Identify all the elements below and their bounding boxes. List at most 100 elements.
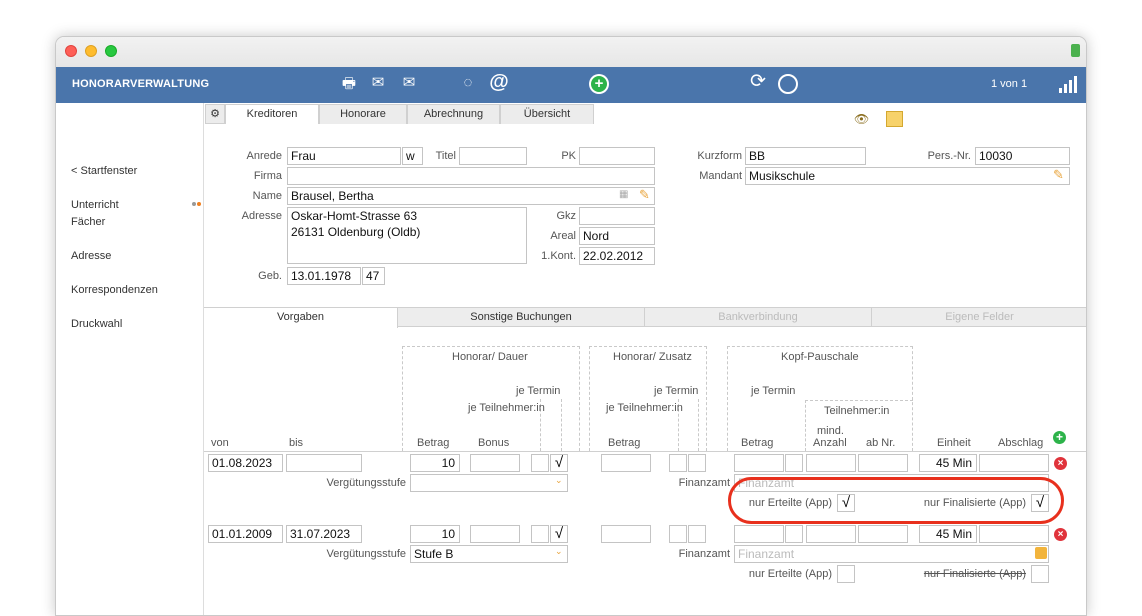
sms-icon[interactable]: ◌ [457,73,479,93]
verguetungsstufe-select[interactable] [410,474,568,492]
adresse-line2: 26131 Oldenburg (Oldb) [291,225,421,239]
note-icon[interactable] [886,111,903,127]
finanzamt-label: Finanzamt [678,477,730,489]
titel-field[interactable] [459,147,527,165]
edit-pencil-icon[interactable]: ✎ [1053,167,1064,183]
header-je-teilnehmer: je Teilnehmer:in [468,402,545,414]
ab-nr-field[interactable] [858,525,908,543]
anzahl-field[interactable] [806,454,856,472]
bis-field[interactable] [286,454,362,472]
header-bis: bis [289,437,304,449]
nur-erteilte-checkbox[interactable] [837,565,855,583]
zusatz-termin-checkbox[interactable] [688,454,706,472]
zusatz-betrag-field[interactable] [601,454,651,472]
abschlag-field[interactable] [979,454,1049,472]
gender-field[interactable]: w [402,147,423,165]
header-kopf-pauschale: Kopf-Pauschale [781,351,859,363]
header-honorar-dauer: Honorar/ Dauer [452,351,528,363]
email-at-icon[interactable]: @ [487,72,511,92]
finanzamt-field[interactable]: Finanzamt [734,545,1049,563]
gkz-field[interactable] [579,207,655,225]
ab-nr-field[interactable] [858,454,908,472]
mail-icon[interactable]: ✉ [367,73,389,93]
sidebar-item-faecher[interactable]: Fächer [71,216,105,228]
header-honorar-zusatz: Honorar/ Zusatz [613,351,692,363]
toolbar: HONORARVERWALTUNG 🖶 ✉ ✉ ◌ @ + ⟳ 1 von 1 [56,67,1086,103]
zusatz-teilnehmer-checkbox[interactable] [669,525,687,543]
title-bar [56,37,1086,67]
tab-honorare[interactable]: Honorare [319,104,407,124]
adresse-field[interactable]: Oskar-Homt-Strasse 63 26131 Oldenburg (O… [287,207,527,264]
areal-field[interactable]: Nord [579,227,655,245]
je-teilnehmer-checkbox[interactable] [531,525,549,543]
betrag-field[interactable]: 10 [410,454,460,472]
kopf-betrag-field[interactable] [734,454,784,472]
je-termin-checkbox[interactable]: √ [550,525,568,543]
sidebar: < Startfenster Unterricht Fächer Adresse… [56,103,204,615]
zusatz-betrag-field[interactable] [601,525,651,543]
sidebar-item-adresse[interactable]: Adresse [71,250,111,262]
tab-sonstige-buchungen[interactable]: Sonstige Buchungen [398,308,645,327]
betrag-field[interactable]: 10 [410,525,460,543]
refresh-icon[interactable]: ⟳ [747,72,769,92]
zusatz-termin-checkbox[interactable] [688,525,706,543]
sidebar-item-unterricht[interactable]: Unterricht [71,199,119,211]
delete-row-icon[interactable]: × [1054,457,1067,470]
tab-kreditoren[interactable]: Kreditoren [225,104,319,124]
close-window-button[interactable] [65,45,77,57]
sub-tab-bar: Vorgaben Sonstige Buchungen Bankverbindu… [204,307,1086,328]
tab-vorgaben[interactable]: Vorgaben [204,308,398,328]
kont-field[interactable]: 22.02.2012 [579,247,655,265]
kopf-checkbox[interactable] [785,525,803,543]
gkz-label: Gkz [556,210,576,222]
abschlag-field[interactable] [979,525,1049,543]
sidebar-item-korrespondenzen[interactable]: Korrespondenzen [71,284,158,296]
header-je-termin: je Termin [654,385,699,397]
settings-icon[interactable]: ⚙ [205,104,225,124]
letter-icon[interactable]: ✉ [397,73,421,93]
verguetungsstufe-select[interactable]: Stufe B [410,545,568,563]
von-field[interactable]: 01.01.2009 [208,525,283,543]
bis-field[interactable]: 31.07.2023 [286,525,362,543]
name-field[interactable]: Brausel, Bertha [287,187,655,205]
add-row-icon[interactable]: + [1053,431,1066,444]
calendar-icon[interactable]: ▦ [619,189,628,200]
sidebar-item-druckwahl[interactable]: Druckwahl [71,318,122,330]
kopf-checkbox[interactable] [785,454,803,472]
edit-pencil-icon[interactable]: ✎ [639,187,650,203]
einheit-field[interactable]: 45 Min [919,454,977,472]
einheit-field[interactable]: 45 Min [919,525,977,543]
verguetungsstufe-label: Vergütungsstufe [326,477,406,489]
je-teilnehmer-checkbox[interactable] [531,454,549,472]
pk-field[interactable] [579,147,655,165]
header-anzahl: Anzahl [813,437,847,449]
sidebar-item-startfenster[interactable]: < Startfenster [71,165,137,177]
tab-uebersicht[interactable]: Übersicht [500,104,594,124]
je-termin-checkbox[interactable]: √ [550,454,568,472]
finanzamt-picker-icon[interactable] [1035,547,1047,559]
add-record-icon[interactable]: + [589,74,609,94]
nur-finalisierte-checkbox[interactable] [1031,565,1049,583]
mandant-field[interactable]: Musikschule [745,167,1070,185]
search-icon[interactable] [778,74,798,94]
zoom-window-button[interactable] [105,45,117,57]
tab-abrechnung[interactable]: Abrechnung [407,104,500,124]
persnr-field[interactable]: 10030 [975,147,1070,165]
delete-row-icon[interactable]: × [1054,528,1067,541]
anzahl-field[interactable] [806,525,856,543]
zusatz-teilnehmer-checkbox[interactable] [669,454,687,472]
verguetungsstufe-label: Vergütungsstufe [326,548,406,560]
eye-icon[interactable]: 👁 [854,112,869,126]
kopf-betrag-field[interactable] [734,525,784,543]
geb-field[interactable]: 13.01.1978 [287,267,361,285]
von-field[interactable]: 01.08.2023 [208,454,283,472]
status-dot [197,202,201,206]
minimize-window-button[interactable] [85,45,97,57]
kurzform-field[interactable]: BB [745,147,866,165]
bonus-field[interactable] [470,454,520,472]
bonus-field[interactable] [470,525,520,543]
header-je-termin: je Termin [751,385,796,397]
firma-field[interactable] [287,167,655,185]
print-icon[interactable]: 🖶 [338,74,360,94]
anrede-field[interactable]: Frau [287,147,401,165]
